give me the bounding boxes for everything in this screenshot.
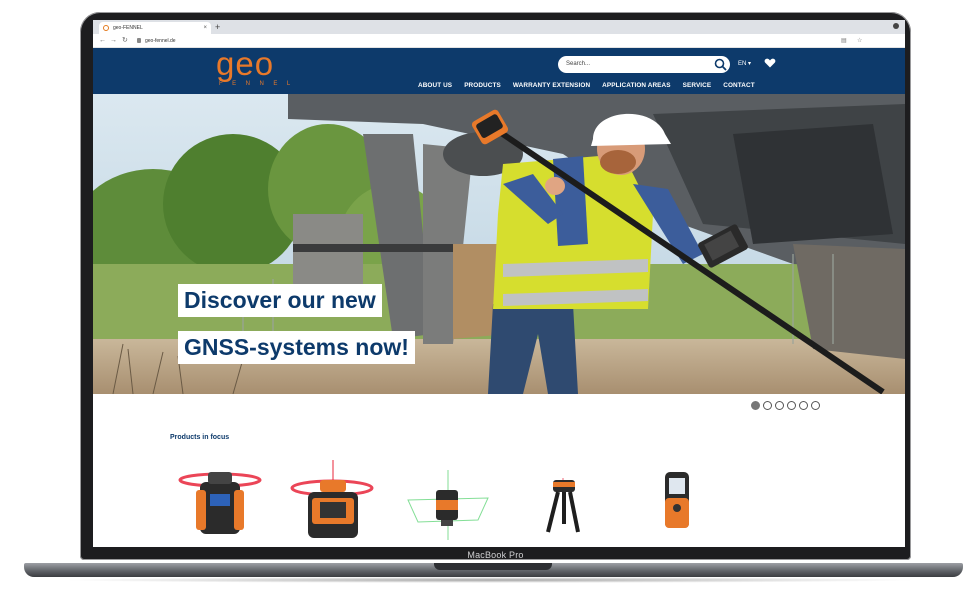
rotating-laser-icon[interactable] bbox=[288, 460, 378, 547]
favicon-icon bbox=[103, 25, 109, 31]
tab-title: geo-FENNEL bbox=[113, 25, 143, 31]
bookmark-star-icon[interactable]: ☆ bbox=[857, 35, 862, 47]
nav-products[interactable]: PRODUCTS bbox=[464, 81, 501, 91]
carousel-dot-1[interactable] bbox=[751, 401, 760, 410]
laptop-mockup: geo-FENNEL × + ← → ↻ geo-fennel.de ▤ ☆ g… bbox=[0, 0, 963, 589]
digital-detector-icon[interactable] bbox=[633, 460, 723, 547]
laptop-shadow bbox=[60, 577, 920, 583]
laptop-base-notch bbox=[434, 563, 552, 570]
hero-headline-line1: Discover our new bbox=[178, 284, 382, 317]
main-navigation: ABOUT US PRODUCTS WARRANTY EXTENSION APP… bbox=[418, 81, 767, 91]
logo-subtitle: FENNEL bbox=[219, 81, 300, 87]
language-selector[interactable]: EN ▾ bbox=[738, 59, 751, 69]
nav-application-areas[interactable]: APPLICATION AREAS bbox=[602, 81, 670, 91]
products-in-focus-heading: Products in focus bbox=[170, 434, 230, 441]
forward-arrow-icon[interactable]: → bbox=[110, 35, 117, 47]
search-input[interactable]: Search... bbox=[566, 56, 590, 73]
rotating-laser-icon[interactable] bbox=[178, 460, 268, 547]
new-tab-button[interactable]: + bbox=[215, 21, 220, 33]
window-control-icon[interactable] bbox=[893, 23, 899, 29]
translate-icon[interactable]: ▤ bbox=[841, 35, 847, 47]
url-field[interactable]: geo-fennel.de bbox=[145, 35, 176, 47]
nav-service[interactable]: SERVICE bbox=[683, 81, 712, 91]
cross-line-laser-icon[interactable] bbox=[403, 460, 493, 547]
carousel-dot-2[interactable] bbox=[763, 401, 772, 410]
carousel-dots bbox=[751, 401, 820, 410]
browser-tab[interactable]: geo-FENNEL × bbox=[99, 22, 211, 34]
carousel-dot-6[interactable] bbox=[811, 401, 820, 410]
reload-icon[interactable]: ↻ bbox=[122, 35, 128, 47]
heart-icon[interactable] bbox=[764, 57, 776, 69]
search-icon[interactable] bbox=[714, 58, 727, 71]
nav-contact[interactable]: CONTACT bbox=[723, 81, 754, 91]
lock-icon bbox=[137, 38, 141, 43]
nav-warranty-extension[interactable]: WARRANTY EXTENSION bbox=[513, 81, 590, 91]
hero-headline-line2: GNSS-systems now! bbox=[178, 331, 415, 364]
carousel-dot-5[interactable] bbox=[799, 401, 808, 410]
tab-bar: geo-FENNEL × + bbox=[93, 20, 905, 34]
site-header: geo FENNEL Search... EN ▾ ABOUT US PRODU… bbox=[93, 45, 905, 94]
carousel-dot-4[interactable] bbox=[787, 401, 796, 410]
search-box[interactable]: Search... bbox=[558, 56, 730, 73]
back-arrow-icon[interactable]: ← bbox=[99, 35, 106, 47]
carousel-dot-3[interactable] bbox=[775, 401, 784, 410]
nav-about-us[interactable]: ABOUT US bbox=[418, 81, 452, 91]
tripod-laser-icon[interactable] bbox=[518, 460, 608, 547]
geo-fennel-logo[interactable]: geo FENNEL bbox=[214, 45, 294, 94]
laptop-model-label: MacBook Pro bbox=[467, 550, 524, 560]
tab-close-icon[interactable]: × bbox=[203, 22, 207, 34]
logo-wordmark: geo bbox=[216, 45, 275, 82]
address-bar: ← → ↻ geo-fennel.de ▤ ☆ bbox=[93, 34, 905, 48]
hero-banner[interactable]: Discover our new GNSS-systems now! bbox=[93, 94, 905, 394]
browser-window: geo-FENNEL × + ← → ↻ geo-fennel.de ▤ ☆ g… bbox=[93, 20, 905, 547]
